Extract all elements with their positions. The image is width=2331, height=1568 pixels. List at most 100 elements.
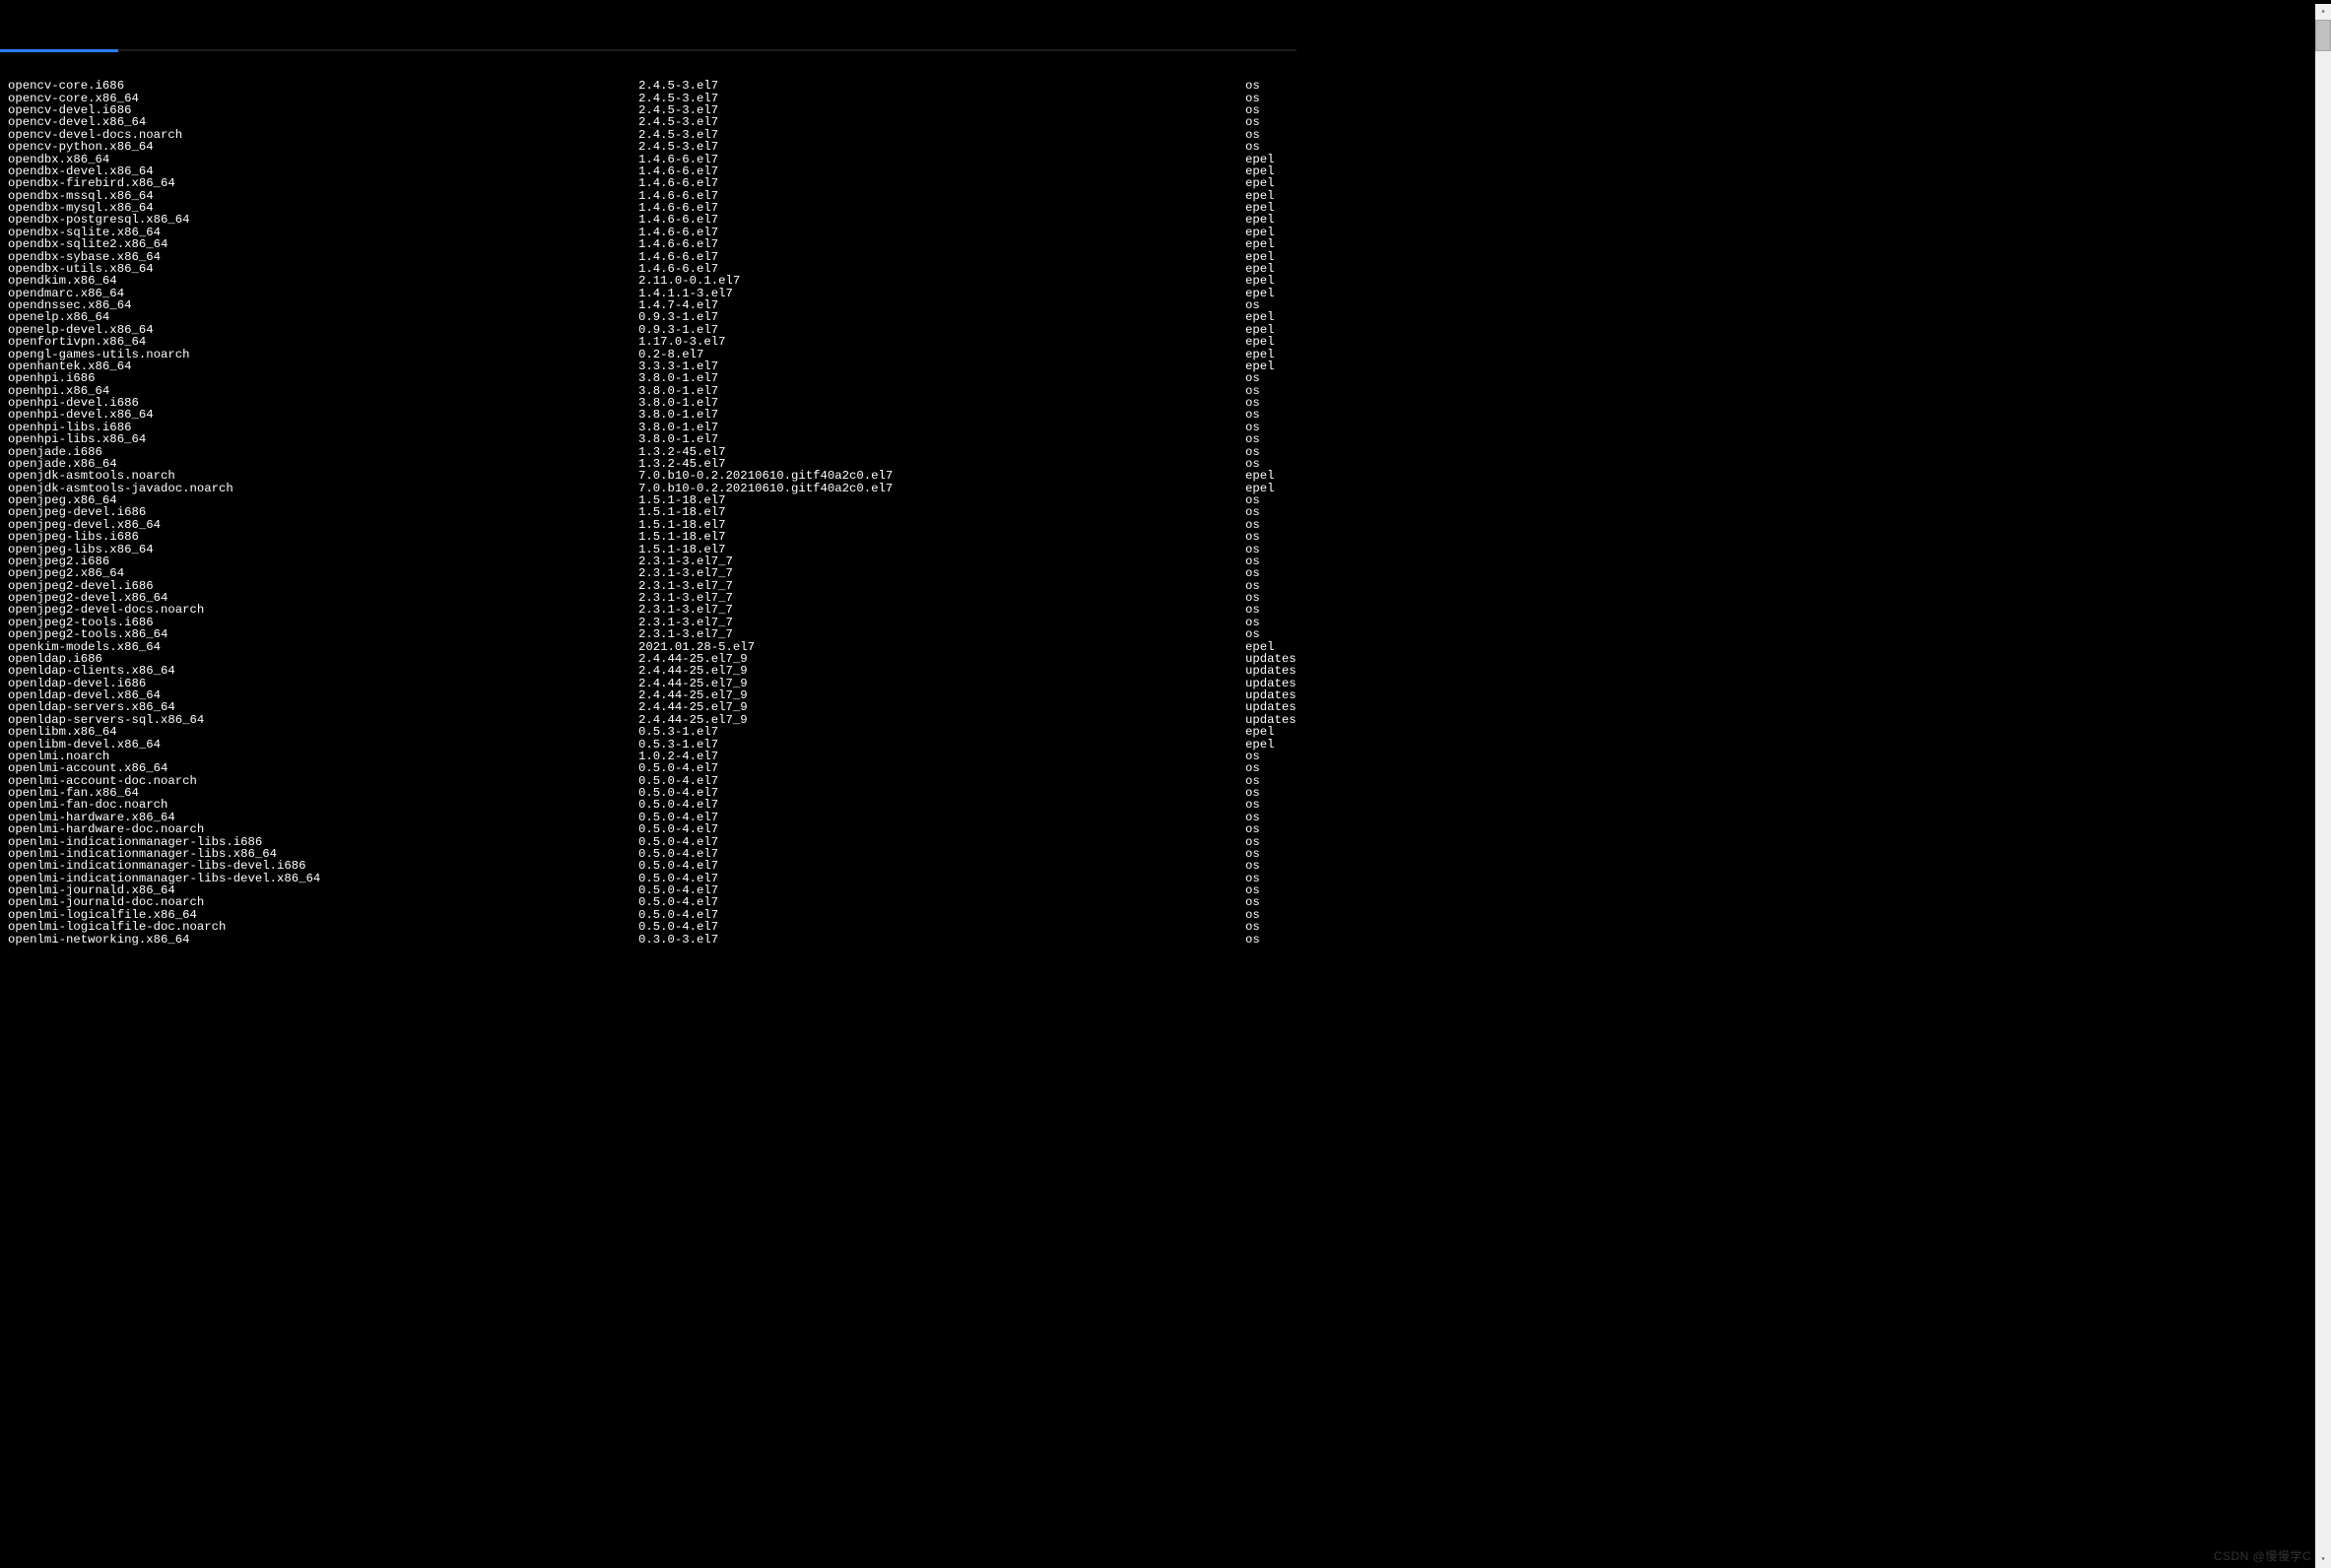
package-version: 2.4.5-3.el7 — [638, 116, 1245, 128]
package-version: 0.5.0-4.el7 — [638, 848, 1245, 860]
package-version: 2.4.5-3.el7 — [638, 104, 1245, 116]
package-name: openjpeg2-devel-docs.noarch — [8, 604, 638, 616]
package-row: opencv-core.i6862.4.5-3.el7os — [8, 80, 1293, 92]
package-row: openlmi-fan-doc.noarch0.5.0-4.el7os — [8, 799, 1293, 811]
package-version: 1.5.1-18.el7 — [638, 506, 1245, 518]
package-repo: os — [1245, 604, 1293, 616]
package-version: 1.4.6-6.el7 — [638, 238, 1245, 250]
package-version: 1.4.1.1-3.el7 — [638, 288, 1245, 299]
package-repo: epel — [1245, 470, 1293, 482]
package-row: openldap-servers.x86_642.4.44-25.el7_9up… — [8, 701, 1293, 713]
package-version: 2.3.1-3.el7_7 — [638, 628, 1245, 640]
package-version: 1.0.2-4.el7 — [638, 751, 1245, 762]
package-repo: epel — [1245, 214, 1293, 226]
package-row: opendbx-firebird.x86_641.4.6-6.el7epel — [8, 177, 1293, 189]
package-name: openjpeg2-tools.x86_64 — [8, 628, 638, 640]
package-repo: os — [1245, 506, 1293, 518]
package-version: 2.4.5-3.el7 — [638, 129, 1245, 141]
package-version: 0.9.3-1.el7 — [638, 324, 1245, 336]
scroll-down-icon[interactable]: ▾ — [2315, 1552, 2331, 1568]
package-version: 0.5.0-4.el7 — [638, 799, 1245, 811]
package-repo: os — [1245, 80, 1293, 92]
package-version: 2.3.1-3.el7_7 — [638, 567, 1245, 579]
package-repo: os — [1245, 934, 1293, 946]
package-name: openlibm.x86_64 — [8, 726, 638, 738]
package-row: openhpi-devel.x86_643.8.0-1.el7os — [8, 409, 1293, 421]
active-tab-highlight — [0, 49, 118, 52]
titlebar-edge — [118, 49, 1297, 51]
package-version: 3.8.0-1.el7 — [638, 422, 1245, 433]
package-row: openjpeg2.x86_642.3.1-3.el7_7os — [8, 567, 1293, 579]
package-version: 2.4.5-3.el7 — [638, 141, 1245, 153]
package-repo: epel — [1245, 177, 1293, 189]
package-row: openfortivpn.x86_641.17.0-3.el7epel — [8, 336, 1293, 348]
package-name: openelp.x86_64 — [8, 311, 638, 323]
package-row: opendkim.x86_642.11.0-0.1.el7epel — [8, 275, 1293, 287]
package-row: opencv-devel.x86_642.4.5-3.el7os — [8, 116, 1293, 128]
package-name: openhantek.x86_64 — [8, 360, 638, 372]
package-version: 0.5.0-4.el7 — [638, 909, 1245, 921]
package-repo: os — [1245, 531, 1293, 543]
package-name: openhpi-libs.x86_64 — [8, 433, 638, 445]
scrollbar-thumb[interactable] — [2315, 20, 2331, 51]
package-name: openldap-clients.x86_64 — [8, 665, 638, 677]
package-name: openjpeg-libs.i686 — [8, 531, 638, 543]
package-repo: os — [1245, 116, 1293, 128]
package-row: openjpeg-libs.i6861.5.1-18.el7os — [8, 531, 1293, 543]
package-version: 0.5.0-4.el7 — [638, 762, 1245, 774]
package-version: 1.5.1-18.el7 — [638, 494, 1245, 506]
package-repo: os — [1245, 433, 1293, 445]
package-row: openlmi-journald-doc.noarch0.5.0-4.el7os — [8, 896, 1293, 908]
package-repo: epel — [1245, 275, 1293, 287]
package-version: 2.4.5-3.el7 — [638, 93, 1245, 104]
vertical-scrollbar[interactable]: ▴ ▾ — [2315, 4, 2331, 1568]
package-version: 3.8.0-1.el7 — [638, 385, 1245, 397]
package-version: 1.4.6-6.el7 — [638, 154, 1245, 165]
package-row: openhpi-libs.x86_643.8.0-1.el7os — [8, 433, 1293, 445]
package-row: openlmi-account.x86_640.5.0-4.el7os — [8, 762, 1293, 774]
package-repo: epel — [1245, 238, 1293, 250]
package-row: opencv-python.x86_642.4.5-3.el7os — [8, 141, 1293, 153]
package-row: openlmi-networking.x86_640.3.0-3.el7os — [8, 934, 1293, 946]
package-version: 0.5.0-4.el7 — [638, 775, 1245, 787]
package-row: openjpeg-devel.i6861.5.1-18.el7os — [8, 506, 1293, 518]
package-version: 1.17.0-3.el7 — [638, 336, 1245, 348]
package-version: 2.3.1-3.el7_7 — [638, 604, 1245, 616]
package-name: opencv-python.x86_64 — [8, 141, 638, 153]
package-version: 1.4.6-6.el7 — [638, 202, 1245, 214]
package-repo: os — [1245, 567, 1293, 579]
package-version: 1.4.6-6.el7 — [638, 214, 1245, 226]
package-version: 0.5.0-4.el7 — [638, 823, 1245, 835]
package-repo: os — [1245, 762, 1293, 774]
package-version: 3.8.0-1.el7 — [638, 433, 1245, 445]
package-repo: epel — [1245, 336, 1293, 348]
package-row: opendbx-sqlite2.x86_641.4.6-6.el7epel — [8, 238, 1293, 250]
package-repo: updates — [1245, 701, 1297, 713]
package-version: 1.4.6-6.el7 — [638, 165, 1245, 177]
package-repo: epel — [1245, 726, 1293, 738]
package-name: openldap-servers.x86_64 — [8, 701, 638, 713]
package-repo: epel — [1245, 311, 1293, 323]
package-version: 7.0.b10-0.2.20210610.gitf40a2c0.el7 — [638, 470, 1245, 482]
package-version: 1.4.6-6.el7 — [638, 190, 1245, 202]
scroll-up-icon[interactable]: ▴ — [2315, 4, 2331, 20]
package-repo: os — [1245, 628, 1293, 640]
package-repo: os — [1245, 799, 1293, 811]
package-version: 0.5.0-4.el7 — [638, 884, 1245, 896]
package-name: openfortivpn.x86_64 — [8, 336, 638, 348]
package-version: 1.5.1-18.el7 — [638, 519, 1245, 531]
package-name: opendbx-sqlite2.x86_64 — [8, 238, 638, 250]
package-row: openlmi-indicationmanager-libs-devel.i68… — [8, 860, 1293, 872]
terminal-blank-area — [1297, 0, 2315, 1568]
package-version: 0.3.0-3.el7 — [638, 934, 1245, 946]
package-version: 1.4.6-6.el7 — [638, 251, 1245, 263]
package-version: 1.4.7-4.el7 — [638, 299, 1245, 311]
package-name: openlmi-journald-doc.noarch — [8, 896, 638, 908]
package-version: 3.8.0-1.el7 — [638, 397, 1245, 409]
package-repo: os — [1245, 141, 1293, 153]
package-repo: os — [1245, 823, 1293, 835]
package-version: 2.4.44-25.el7_9 — [638, 701, 1245, 713]
package-version: 0.5.0-4.el7 — [638, 896, 1245, 908]
package-version: 3.8.0-1.el7 — [638, 409, 1245, 421]
package-version: 0.9.3-1.el7 — [638, 311, 1245, 323]
